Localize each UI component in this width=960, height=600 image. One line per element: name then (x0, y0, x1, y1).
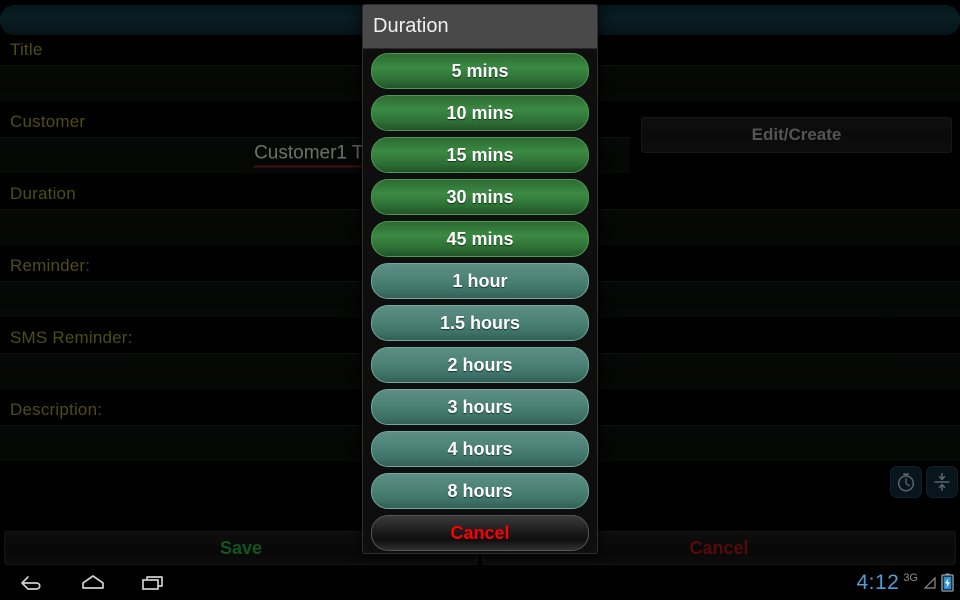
duration-dialog: Duration 5 mins 10 mins 15 mins 30 mins 45 m… (362, 4, 598, 554)
duration-option[interactable]: 5 mins (371, 53, 589, 89)
duration-option[interactable]: 10 mins (371, 95, 589, 131)
duration-option[interactable]: 1.5 hours (371, 305, 589, 341)
dialog-title: Duration (373, 15, 449, 37)
duration-option[interactable]: 1 hour (371, 263, 589, 299)
back-arrow-icon[interactable] (14, 572, 48, 594)
battery-charging-icon (941, 573, 954, 592)
network-type-label: 3G (903, 572, 918, 584)
status-clock: 4:12 (856, 570, 900, 594)
duration-option[interactable]: 30 mins (371, 179, 589, 215)
home-icon[interactable] (76, 572, 110, 594)
duration-option[interactable]: 8 hours (371, 473, 589, 509)
duration-option[interactable]: 3 hours (371, 389, 589, 425)
status-area: 4:12 3G (856, 565, 954, 600)
duration-option[interactable]: 45 mins (371, 221, 589, 257)
duration-option[interactable]: 2 hours (371, 347, 589, 383)
dialog-header: Duration (363, 5, 597, 49)
duration-option[interactable]: 4 hours (371, 431, 589, 467)
recent-apps-icon[interactable] (136, 572, 170, 594)
signal-triangle-icon (923, 576, 936, 589)
dialog-cancel-button[interactable]: Cancel (371, 515, 589, 551)
duration-option[interactable]: 15 mins (371, 137, 589, 173)
system-nav-bar: 4:12 3G (0, 565, 960, 600)
duration-option-list: 5 mins 10 mins 15 mins 30 mins 45 mins 1 hour… (363, 49, 597, 551)
app-screen: Title Customer Customer1 Te Edit/Create … (0, 0, 960, 600)
